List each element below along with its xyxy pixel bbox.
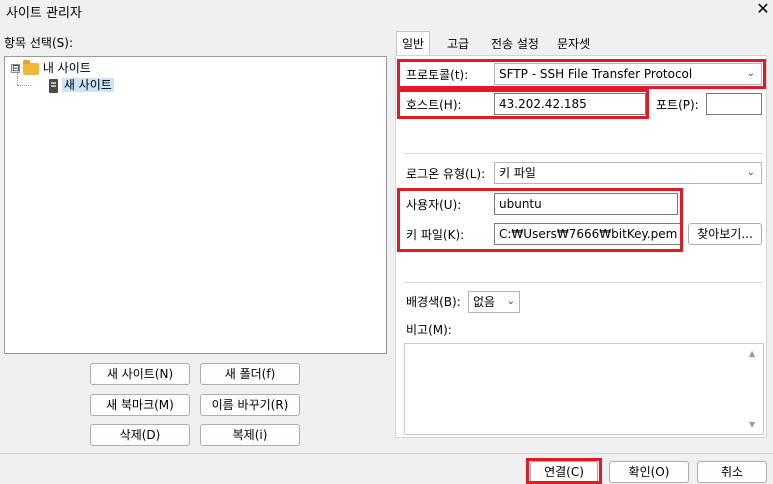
logon-type-select[interactable]: 키 파일 ⌄ <box>494 162 762 184</box>
tree-item-label: 내 사이트 <box>42 61 91 75</box>
new-site-button[interactable]: 새 사이트(N) <box>90 363 190 385</box>
chevron-down-icon: ⌄ <box>506 296 515 307</box>
key-file-label: 키 파일(K): <box>406 228 465 242</box>
divider <box>404 282 762 283</box>
protocol-label: 프로토콜(t): <box>406 68 469 82</box>
server-icon <box>49 78 58 93</box>
folder-icon <box>23 59 39 75</box>
logon-type-label: 로그온 유형(L): <box>406 167 486 181</box>
key-file-input[interactable]: C:₩Users₩7666₩bitKey.pem <box>494 223 682 245</box>
rename-button[interactable]: 이름 바꾸기(R) <box>200 394 300 416</box>
background-color-value: 없음 <box>473 295 496 309</box>
user-input[interactable]: ubuntu <box>494 193 678 215</box>
port-label: 포트(P): <box>656 98 699 112</box>
browse-button[interactable]: 찾아보기... <box>688 223 762 245</box>
logon-type-value: 키 파일 <box>499 166 536 180</box>
comments-label: 비고(M): <box>406 323 452 337</box>
tab-advanced[interactable]: 고급 <box>442 34 474 55</box>
footer-divider <box>0 453 773 454</box>
delete-button[interactable]: 삭제(D) <box>90 424 190 446</box>
site-tree[interactable]: ⊟ 내 사이트 새 사이트 <box>4 56 387 354</box>
chevron-down-icon: ⌄ <box>746 167 755 178</box>
new-bookmark-button[interactable]: 새 북마크(M) <box>90 394 190 416</box>
tab-general[interactable]: 일반 <box>396 31 431 56</box>
comments-textarea[interactable]: ▲ ▼ <box>404 343 764 435</box>
chevron-down-icon: ⌄ <box>746 68 755 79</box>
port-input[interactable] <box>706 93 762 115</box>
background-color-select[interactable]: 없음 ⌄ <box>468 291 520 313</box>
host-label: 호스트(H): <box>406 98 462 112</box>
duplicate-button[interactable]: 복제(i) <box>200 424 300 446</box>
tab-transfer-settings[interactable]: 전송 설정 <box>486 34 544 55</box>
tab-charset[interactable]: 문자셋 <box>552 34 595 55</box>
scroll-up-icon[interactable]: ▲ <box>749 349 755 358</box>
scroll-down-icon[interactable]: ▼ <box>749 420 755 429</box>
tree-item-new-site[interactable]: 새 사이트 <box>49 77 114 93</box>
protocol-value: SFTP - SSH File Transfer Protocol <box>499 67 693 81</box>
cancel-button[interactable]: 취소 <box>697 461 767 483</box>
window-title: 사이트 관리자 <box>6 6 82 21</box>
new-folder-button[interactable]: 새 폴더(f) <box>200 363 300 385</box>
host-input[interactable]: 43.202.42.185 <box>494 93 646 115</box>
collapse-icon[interactable]: ⊟ <box>11 64 20 74</box>
user-label: 사용자(U): <box>406 198 462 212</box>
connect-button[interactable]: 연결(C) <box>530 461 598 483</box>
divider <box>404 153 762 154</box>
close-icon[interactable]: ✕ <box>754 0 772 18</box>
tree-item-label: 새 사이트 <box>61 78 114 92</box>
protocol-select[interactable]: SFTP - SSH File Transfer Protocol ⌄ <box>494 63 762 85</box>
tree-item-my-sites[interactable]: ⊟ 내 사이트 <box>11 59 91 76</box>
tree-line <box>17 85 31 86</box>
background-color-label: 배경색(B): <box>406 295 461 309</box>
ok-button[interactable]: 확인(O) <box>609 461 689 483</box>
select-entry-label: 항목 선택(S): <box>4 36 73 50</box>
